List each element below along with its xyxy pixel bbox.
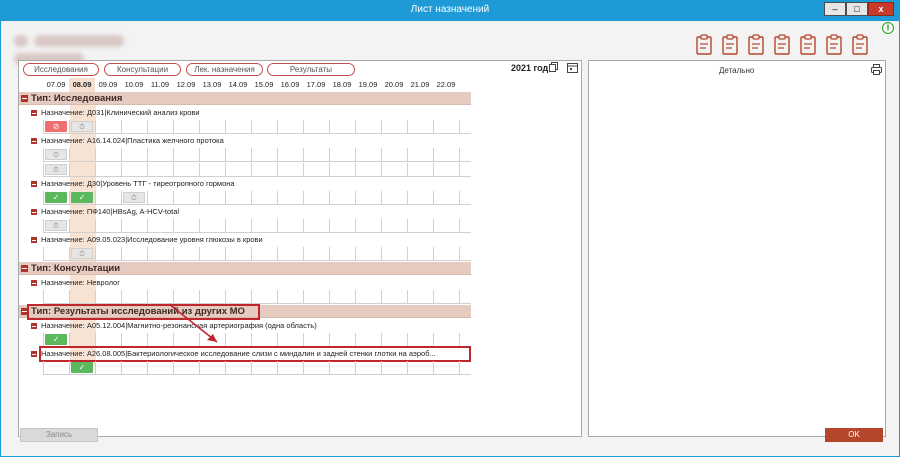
- date-header-cell[interactable]: 13.09: [199, 78, 225, 92]
- main-content: i Исследования Консультации Лек. назначени…: [2, 22, 898, 456]
- app-window: Лист назначений – □ x i Исследования Конс…: [0, 0, 900, 457]
- schedule-grid: Тип: Исследования Назначение: Д031|Клинич…: [19, 92, 471, 436]
- window-title: Лист назначений: [410, 4, 490, 15]
- assignment-label: Назначение: А16.14.024|Пластика желчного…: [41, 136, 224, 145]
- slot-pending[interactable]: ⏱: [123, 192, 145, 203]
- detail-title: Детально: [719, 66, 755, 75]
- date-header-cell[interactable]: 20.09: [381, 78, 407, 92]
- assignment-label: Назначение: А09.05.023|Исследование уров…: [41, 235, 263, 244]
- clock-icon: ⏱: [53, 167, 59, 174]
- annotation-arrow: [168, 303, 218, 343]
- clock-icon: ⏱: [53, 152, 59, 159]
- date-header-cell[interactable]: 22.09: [433, 78, 459, 92]
- slot-done[interactable]: ✓: [71, 192, 93, 203]
- save-button[interactable]: Запись: [20, 428, 98, 442]
- clipboard-data-icon[interactable]: [746, 34, 766, 56]
- date-header-cell[interactable]: 21.09: [407, 78, 433, 92]
- assignment-row[interactable]: Назначение: Д30|Уровень ТТГ - тиреотропн…: [29, 178, 471, 190]
- schedule-slot-row: ⏱: [43, 219, 471, 233]
- tab-2[interactable]: Лек. назначения: [186, 63, 263, 76]
- collapse-icon[interactable]: [31, 237, 37, 243]
- slot-done[interactable]: ✓: [71, 362, 93, 373]
- date-header-cell[interactable]: 19.09: [355, 78, 381, 92]
- assignment-row[interactable]: Назначение: Невролог: [29, 277, 471, 289]
- clipboard-user-icon[interactable]: [850, 34, 870, 56]
- clipboard-check-icon[interactable]: [772, 34, 792, 56]
- type-label: Тип: Исследования: [31, 93, 123, 104]
- cancel-icon: ⊘: [52, 122, 60, 131]
- slot-pending[interactable]: ⏱: [45, 149, 67, 160]
- slot-pending[interactable]: ⏱: [45, 220, 67, 231]
- date-header-cell[interactable]: 08.09: [69, 78, 95, 92]
- clipboard-list-icon[interactable]: [720, 34, 740, 56]
- assignment-row[interactable]: Назначение: ПФ140|HBsAg, A-HCV-total: [29, 206, 471, 218]
- date-header-cell[interactable]: 14.09: [225, 78, 251, 92]
- type-group-header[interactable]: Тип: Исследования: [19, 92, 471, 105]
- patient-name-redacted: [14, 32, 204, 65]
- date-header-cell[interactable]: 16.09: [277, 78, 303, 92]
- clipboard-box-icon[interactable]: [824, 34, 844, 56]
- date-header-cell[interactable]: 07.09: [43, 78, 69, 92]
- assignments-panel: Исследования Консультации Лек. назначения Р…: [18, 60, 582, 437]
- assignment-label: Назначение: Д031|Клинический анализ кров…: [41, 108, 200, 117]
- close-button[interactable]: x: [868, 2, 894, 16]
- type-group-header[interactable]: Тип: Консультации: [19, 262, 471, 275]
- assignment-label: Назначение: Д30|Уровень ТТГ - тиреотропн…: [41, 179, 235, 188]
- collapse-icon[interactable]: [31, 110, 37, 116]
- collapse-icon[interactable]: [31, 209, 37, 215]
- schedule-slot-row: ✓: [43, 361, 471, 375]
- slot-cancelled[interactable]: ⊘: [45, 121, 67, 132]
- check-icon: ✓: [78, 363, 86, 372]
- collapse-icon[interactable]: [21, 265, 28, 272]
- schedule-slot-row: ⏱: [43, 247, 471, 261]
- clock-icon: ⏱: [79, 251, 85, 258]
- date-header-cell[interactable]: 10.09: [121, 78, 147, 92]
- clock-icon: ⏱: [131, 195, 137, 202]
- slot-pending[interactable]: ⏱: [71, 121, 93, 132]
- tab-0[interactable]: Исследования: [23, 63, 99, 76]
- schedule-slot-row: ⏱: [43, 148, 471, 162]
- slot-done[interactable]: ✓: [45, 192, 67, 203]
- schedule-slot-row: ⏱: [43, 163, 471, 177]
- copy-icon[interactable]: [549, 62, 559, 72]
- year-label: 2021 год: [511, 63, 549, 73]
- assignment-label: Назначение: ПФ140|HBsAg, A-HCV-total: [41, 207, 180, 216]
- tab-1[interactable]: Консультации: [104, 63, 181, 76]
- assignment-row[interactable]: Назначение: А16.14.024|Пластика желчного…: [29, 135, 471, 147]
- minimize-button[interactable]: –: [824, 2, 846, 16]
- clipboard-edit-icon[interactable]: [798, 34, 818, 56]
- tab-3[interactable]: Результаты: [267, 63, 355, 76]
- date-header-row: 07.09 08.09 09.09 10.09 11.09 12.09 13.09 14.09…: [19, 78, 581, 92]
- assignment-row[interactable]: Назначение: Д031|Клинический анализ кров…: [29, 107, 471, 119]
- schedule-slot-row: ✓ ✓ ⏱: [43, 191, 471, 205]
- collapse-icon[interactable]: [31, 181, 37, 187]
- schedule-slot-row: ⊘ ⏱: [43, 120, 471, 134]
- assignment-row[interactable]: Назначение: А09.05.023|Исследование уров…: [29, 234, 471, 246]
- date-header-cell[interactable]: 15.09: [251, 78, 277, 92]
- clock-icon: ⏱: [79, 124, 85, 131]
- detail-panel: Детально: [588, 60, 886, 437]
- ok-button[interactable]: OK: [825, 428, 883, 442]
- calendar-icon[interactable]: [567, 62, 578, 73]
- date-header-cell[interactable]: 09.09: [95, 78, 121, 92]
- slot-pending[interactable]: ⏱: [45, 164, 67, 175]
- type-label: Тип: Консультации: [31, 263, 121, 274]
- date-header-cell[interactable]: 12.09: [173, 78, 199, 92]
- date-header-cell[interactable]: 11.09: [147, 78, 173, 92]
- date-header-cell[interactable]: 17.09: [303, 78, 329, 92]
- info-icon[interactable]: i: [882, 22, 894, 34]
- date-header-cell[interactable]: 18.09: [329, 78, 355, 92]
- clipboard-import-icon[interactable]: [694, 34, 714, 56]
- assignment-label: Назначение: Невролог: [41, 278, 120, 287]
- collapse-icon[interactable]: [31, 280, 37, 286]
- maximize-button[interactable]: □: [846, 2, 868, 16]
- title-bar[interactable]: Лист назначений – □ x: [1, 1, 899, 21]
- clock-icon: ⏱: [53, 223, 59, 230]
- collapse-icon[interactable]: [21, 95, 28, 102]
- check-icon: ✓: [78, 193, 86, 202]
- collapse-icon[interactable]: [31, 138, 37, 144]
- check-icon: ✓: [52, 193, 60, 202]
- print-icon[interactable]: [871, 64, 882, 75]
- slot-pending[interactable]: ⏱: [71, 248, 93, 259]
